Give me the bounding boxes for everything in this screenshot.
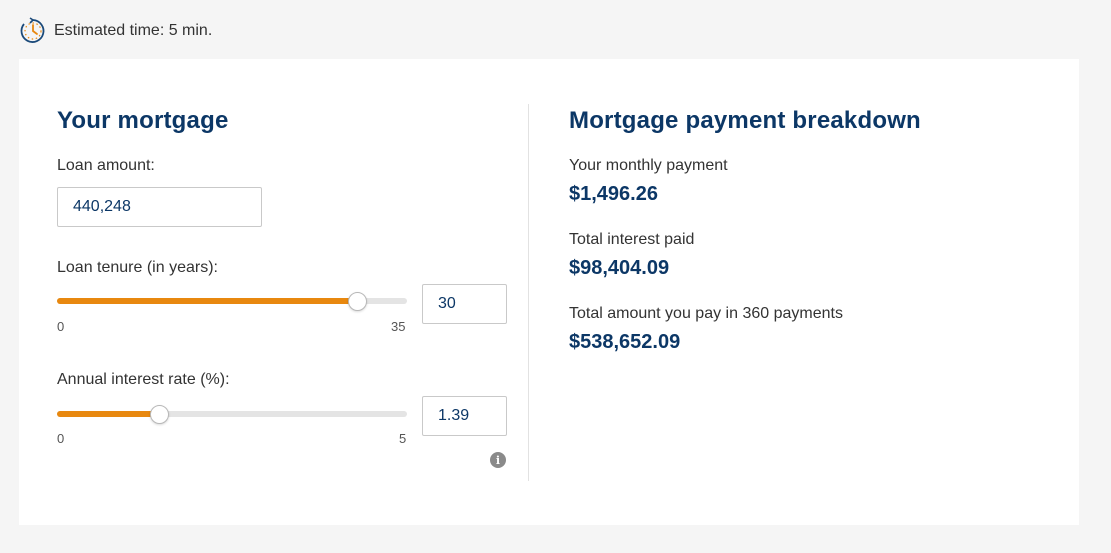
loan-tenure-slider-fill [57, 298, 357, 304]
interest-rate-slider-handle[interactable] [150, 405, 170, 424]
interest-rate-max: 5 [399, 431, 407, 446]
interest-rate-slider-fill [57, 411, 160, 417]
loan-tenure-slider-handle[interactable] [347, 292, 367, 311]
breakdown-heading: Mortgage payment breakdown [569, 107, 921, 134]
loan-tenure-input[interactable]: 30 [422, 284, 507, 324]
interest-rate-slider[interactable] [57, 405, 407, 424]
loan-tenure-slider[interactable] [57, 292, 407, 311]
loan-tenure-max: 35 [391, 319, 406, 334]
loan-amount-label: Loan amount: [57, 157, 155, 174]
monthly-payment-value: $1,496.26 [569, 183, 658, 205]
interest-rate-label: Annual interest rate (%): [57, 371, 230, 388]
interest-rate-min: 0 [57, 431, 65, 446]
clock-icon [18, 16, 48, 46]
column-divider [528, 104, 529, 481]
loan-tenure-label: Loan tenure (in years): [57, 259, 218, 276]
loan-tenure-min: 0 [57, 319, 65, 334]
mortgage-calculator-card: Your mortgage Loan amount: 440,248 Loan … [19, 59, 1079, 525]
info-icon[interactable]: i [490, 452, 506, 468]
monthly-payment-label: Your monthly payment [569, 157, 728, 174]
total-interest-value: $98,404.09 [569, 257, 670, 279]
total-amount-label: Total amount you pay in 360 payments [569, 305, 843, 322]
estimated-time-bar: Estimated time: 5 min. [18, 14, 212, 48]
loan-amount-input[interactable]: 440,248 [57, 187, 262, 227]
estimated-time-text: Estimated time: 5 min. [54, 22, 213, 39]
interest-rate-input[interactable]: 1.39 [422, 396, 507, 436]
total-interest-label: Total interest paid [569, 231, 695, 248]
total-amount-value: $538,652.09 [569, 331, 681, 353]
mortgage-heading: Your mortgage [57, 107, 229, 134]
